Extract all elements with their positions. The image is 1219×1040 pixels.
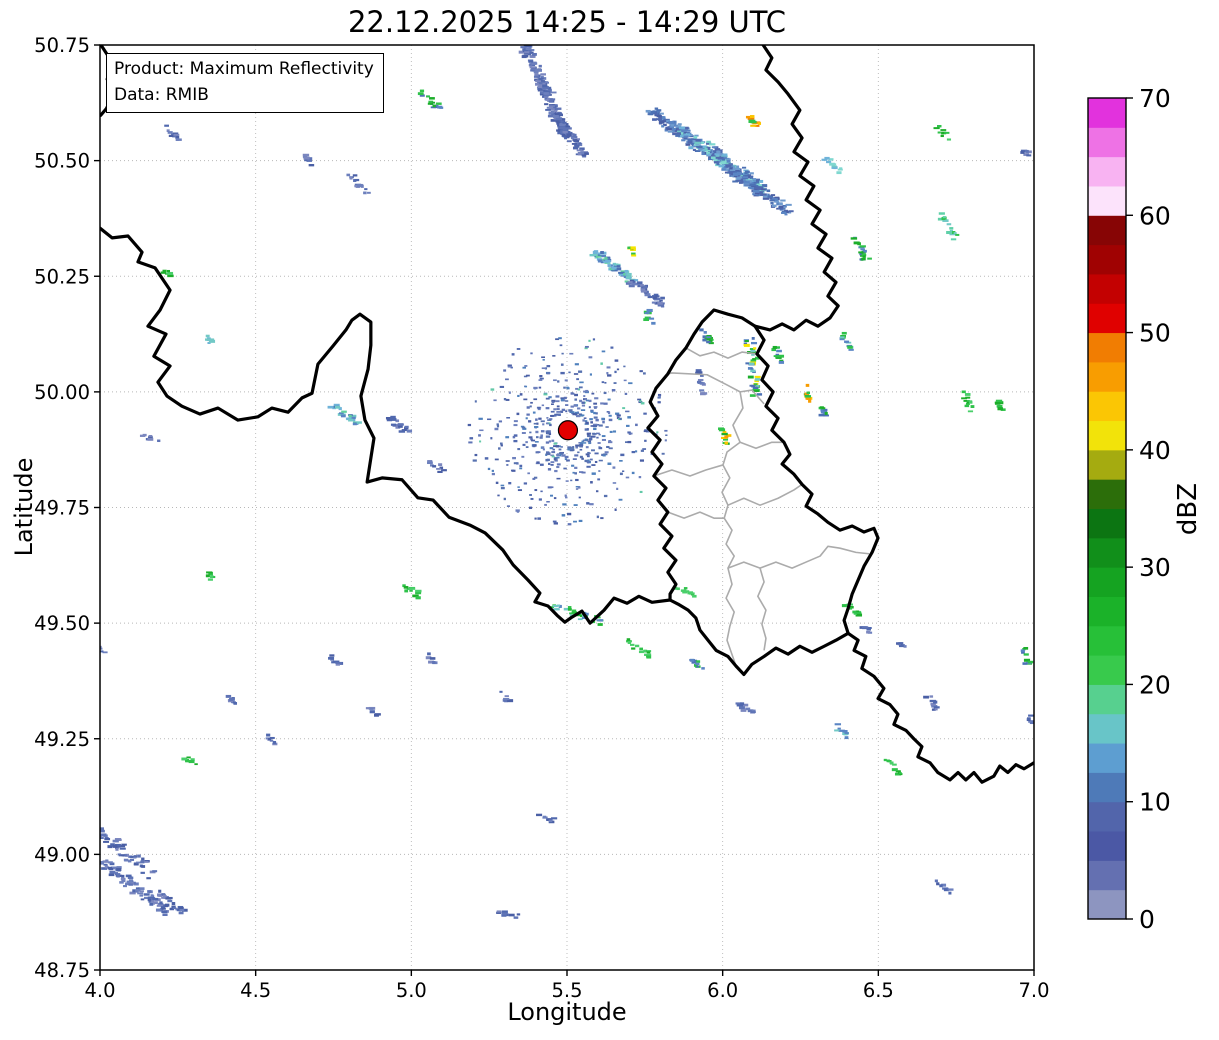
annotation-source-line: Data: RMIB [114,84,209,105]
radar-site-marker [557,420,579,441]
colorbar: 0 10 20 30 40 50 60 70 dBZ [1087,84,1203,934]
svg-text:0: 0 [1139,905,1155,934]
y-axis-label: Latitude [10,457,38,557]
colorbar-label: dBZ [1173,483,1203,535]
x-axis-label: Longitude [507,998,627,1026]
svg-text:20: 20 [1139,670,1171,699]
svg-text:49.00: 49.00 [34,843,90,866]
svg-text:50.00: 50.00 [34,381,90,404]
svg-text:49.50: 49.50 [34,612,90,635]
svg-text:48.75: 48.75 [34,959,90,982]
svg-text:50: 50 [1139,319,1171,348]
svg-text:50.50: 50.50 [34,150,90,173]
radar-figure: 22.12.2025 14:25 - 14:29 UTC Product: Ma… [0,0,1219,1040]
svg-text:50.75: 50.75 [34,34,90,57]
svg-text:30: 30 [1139,553,1171,582]
map-canvas: 4.0 4.5 5.0 5.5 6.0 6.5 7.048.7549.0049.2549.5… [34,34,1203,1002]
plot-area [100,45,1034,970]
svg-text:70: 70 [1139,84,1171,113]
annotation-product-line: Product: Maximum Reflectivity [114,59,374,79]
annotation-box: Product: Maximum Reflectivity Data: RMIB [106,53,384,113]
svg-text:10: 10 [1139,788,1171,817]
svg-text:49.25: 49.25 [34,728,90,751]
svg-text:60: 60 [1139,201,1171,230]
svg-text:40: 40 [1139,436,1171,465]
svg-text:50.25: 50.25 [34,265,90,288]
svg-text:49.75: 49.75 [34,497,90,520]
